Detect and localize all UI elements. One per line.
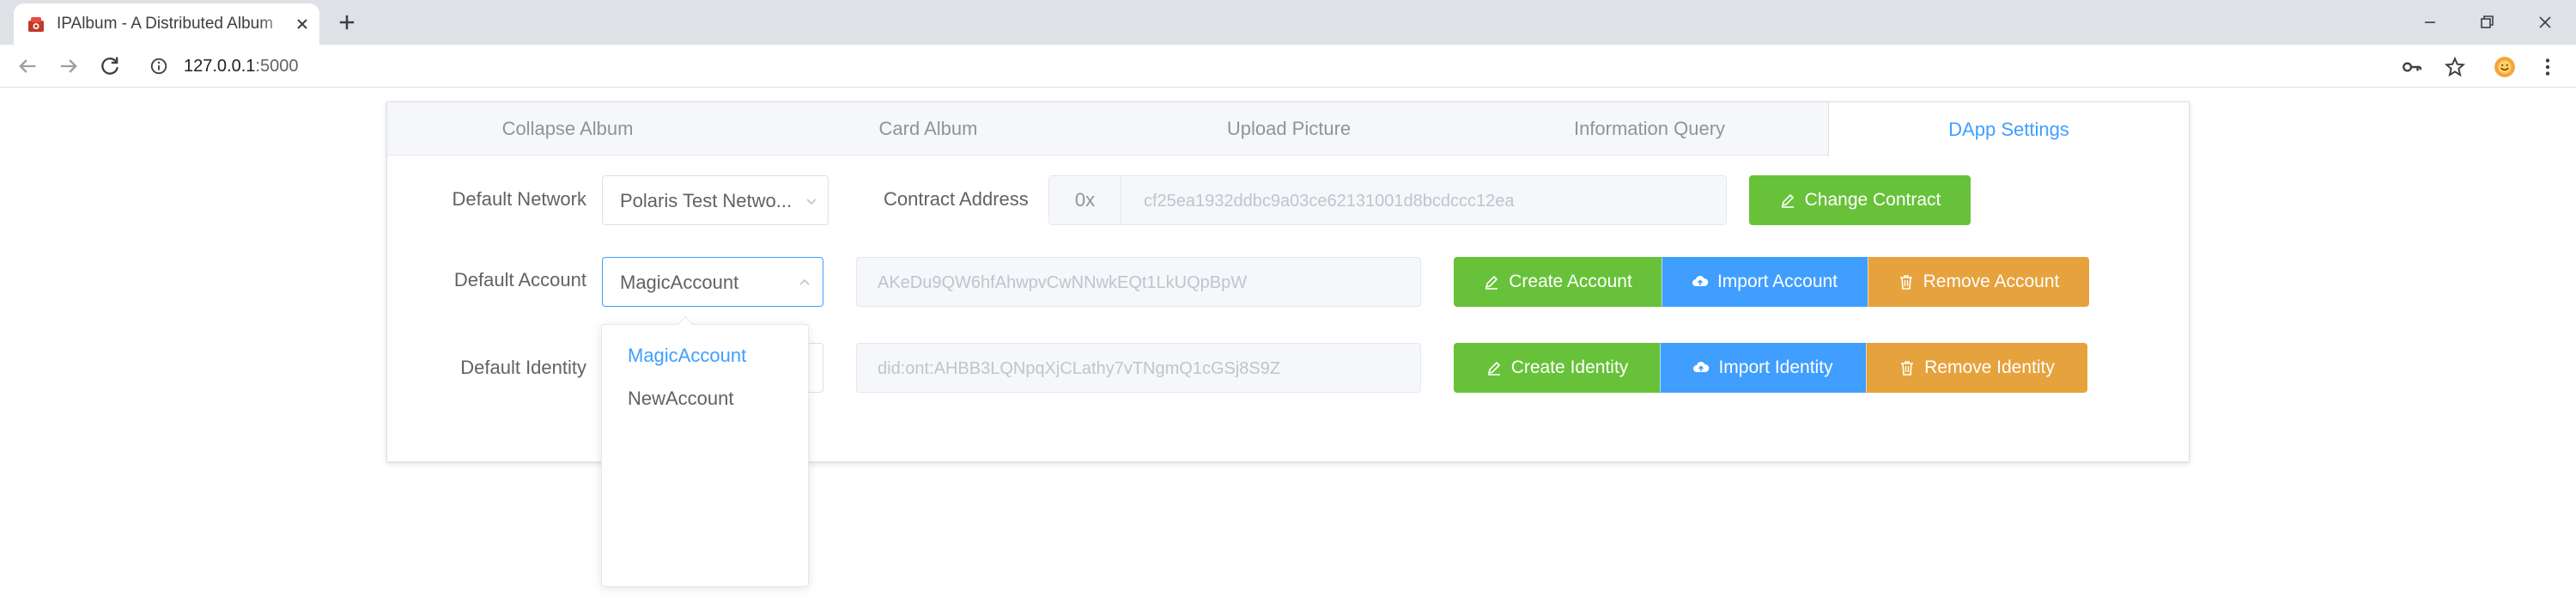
create-account-label: Create Account xyxy=(1509,272,1632,291)
account-dropdown: MagicAccount NewAccount xyxy=(601,316,809,587)
change-contract-button[interactable]: Change Contract xyxy=(1749,175,1971,225)
identity-address-field: did:ont:AHBB3LQNpqXjCLathy7vTNgmQ1cGSj8S… xyxy=(856,343,1421,393)
tab-information-query[interactable]: Information Query xyxy=(1469,102,1830,156)
create-identity-label: Create Identity xyxy=(1510,357,1629,377)
url-host: 127.0.0.1 xyxy=(184,57,256,76)
cloud-upload-icon xyxy=(1692,275,1709,286)
close-tab-icon[interactable] xyxy=(292,14,313,34)
contract-address-value: cf25ea1932ddbc9a03ce62131001d8bcdccc12ea xyxy=(1144,192,1515,211)
cloud-upload-icon xyxy=(1693,361,1710,372)
browser-tab-title: IPAlbum - A Distributed Album xyxy=(57,15,274,33)
reload-icon[interactable] xyxy=(98,54,122,78)
contract-address-field: 0x cf25ea1932ddbc9a03ce62131001d8bcdccc1… xyxy=(1048,175,1727,225)
browser-toolbar: 127.0.0.1:5000 xyxy=(0,45,2576,88)
identity-address-value: did:ont:AHBB3LQNpqXjCLathy7vTNgmQ1cGSj8S… xyxy=(878,359,1281,378)
import-account-label: Import Account xyxy=(1716,272,1838,291)
tab-upload-picture[interactable]: Upload Picture xyxy=(1109,102,1469,156)
change-contract-label: Change Contract xyxy=(1804,190,1941,210)
edit-icon xyxy=(1781,193,1794,208)
contract-prefix: 0x xyxy=(1049,176,1121,224)
edit-icon xyxy=(1487,361,1500,376)
dropdown-option-newaccount[interactable]: NewAccount xyxy=(602,377,808,420)
import-identity-label: Import Identity xyxy=(1718,357,1833,377)
tab-dapp-settings[interactable]: DApp Settings xyxy=(1828,102,2189,156)
site-info-icon[interactable] xyxy=(149,57,168,76)
default-identity-label: Default Identity xyxy=(460,357,586,378)
profile-avatar-icon[interactable] xyxy=(2494,56,2516,78)
restore-window-icon[interactable] xyxy=(2470,5,2504,40)
browser-menu-icon[interactable] xyxy=(2537,56,2559,78)
back-arrow-icon[interactable] xyxy=(15,54,39,78)
remove-account-button[interactable]: Remove Account xyxy=(1868,257,2089,307)
close-window-icon[interactable] xyxy=(2528,5,2562,40)
url-text[interactable]: 127.0.0.1:5000 xyxy=(184,57,298,76)
trash-icon xyxy=(1899,275,1912,290)
new-tab-icon[interactable] xyxy=(335,10,359,34)
default-account-label: Default Account xyxy=(453,269,586,290)
remove-identity-button[interactable]: Remove Identity xyxy=(1866,343,2087,393)
remove-identity-label: Remove Identity xyxy=(1924,357,2055,377)
tab-card-album[interactable]: Card Album xyxy=(748,102,1109,156)
account-select[interactable]: MagicAccount xyxy=(602,257,823,307)
key-icon[interactable] xyxy=(2401,56,2423,78)
browser-tabstrip: IPAlbum - A Distributed Album xyxy=(0,0,2576,45)
trash-icon xyxy=(1901,361,1914,376)
account-address-field: AKeDu9QW6hfAhwpvCwNNwkEQt1LkUQpBpW xyxy=(856,257,1421,307)
album-favicon-icon xyxy=(28,17,44,32)
default-network-label: Default Network xyxy=(452,188,586,210)
network-select[interactable]: Polaris Test Netwo... xyxy=(602,175,829,225)
address-bar[interactable]: 127.0.0.1:5000 xyxy=(141,48,2416,84)
network-select-value: Polaris Test Netwo... xyxy=(620,190,793,211)
minimize-window-icon[interactable] xyxy=(2413,5,2447,40)
dropdown-option-magicaccount[interactable]: MagicAccount xyxy=(602,334,808,377)
account-address-value: AKeDu9QW6hfAhwpvCwNNwkEQt1LkUQpBpW xyxy=(878,273,1248,292)
chevron-down-icon xyxy=(806,199,817,205)
remove-account-label: Remove Account xyxy=(1923,272,2060,291)
browser-tab[interactable]: IPAlbum - A Distributed Album xyxy=(14,3,319,45)
import-account-button[interactable]: Import Account xyxy=(1662,257,1868,307)
app-tabs: Collapse Album Card Album Upload Picture… xyxy=(387,102,2189,156)
url-port: :5000 xyxy=(255,57,299,76)
forward-arrow-icon[interactable] xyxy=(57,54,81,78)
create-identity-button[interactable]: Create Identity xyxy=(1454,343,1660,393)
contract-address-label: Contract Address xyxy=(884,188,1029,210)
chevron-up-icon xyxy=(799,278,810,285)
account-select-value: MagicAccount xyxy=(620,272,739,293)
edit-icon xyxy=(1485,275,1498,290)
tab-collapse-album[interactable]: Collapse Album xyxy=(387,102,748,156)
import-identity-button[interactable]: Import Identity xyxy=(1660,343,1866,393)
bookmark-star-icon[interactable] xyxy=(2444,56,2466,78)
create-account-button[interactable]: Create Account xyxy=(1454,257,1662,307)
